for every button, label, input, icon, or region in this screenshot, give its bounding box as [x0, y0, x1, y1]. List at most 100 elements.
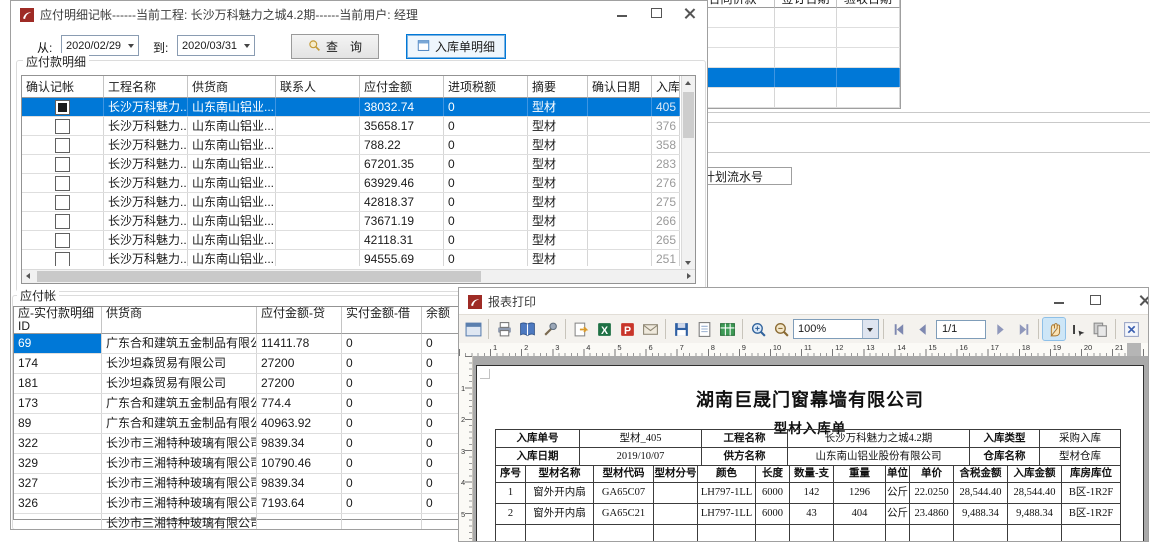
column-header[interactable]: 联系人	[276, 76, 360, 98]
report-info-table: 入库单号型材_405工程名称长沙万科魅力之城4.2期入库类型采购入库入库日期20…	[495, 429, 1121, 466]
save-icon[interactable]	[670, 318, 692, 340]
prev-page-icon[interactable]	[911, 318, 933, 340]
maximize-button[interactable]	[1080, 288, 1110, 312]
table-row[interactable]: 长沙万科魅力...山东南山铝业...67201.350型材283	[22, 155, 680, 174]
confirm-checkbox[interactable]	[55, 233, 70, 248]
confirm-checkbox[interactable]	[55, 119, 70, 134]
export-icon[interactable]	[570, 318, 592, 340]
column-header[interactable]: 签订日期	[775, 0, 837, 8]
scrollbar-thumb[interactable]	[37, 271, 481, 282]
close-button[interactable]	[1130, 288, 1149, 312]
scroll-up-icon[interactable]	[685, 81, 691, 85]
column-header[interactable]: 应-实付款明细ID	[14, 307, 102, 334]
inbound-detail-button[interactable]: 入库单明细	[406, 34, 506, 59]
svg-text:P: P	[623, 324, 630, 336]
book-icon[interactable]	[516, 318, 538, 340]
confirm-checkbox[interactable]	[55, 138, 70, 153]
confirm-checkbox[interactable]	[55, 176, 70, 191]
column-header[interactable]: 入库	[652, 76, 680, 98]
column-header[interactable]: 确认记帐	[22, 76, 104, 98]
table-row[interactable]: 69广东合和建筑五金制品有限公司11411.7800	[14, 334, 484, 354]
column-header[interactable]: 供货商	[102, 307, 257, 334]
table-row[interactable]: 329长沙市三湘特种玻璃有限公司10790.4600	[14, 454, 484, 474]
table-row[interactable]: 长沙万科魅力...山东南山铝业...788.220型材358	[22, 136, 680, 155]
ruler-number: 9	[742, 343, 746, 352]
ruler-number: 12	[835, 343, 843, 352]
close-preview-icon[interactable]	[1120, 318, 1142, 340]
column-header[interactable]: 进项税额	[444, 76, 528, 98]
table-row[interactable]	[691, 28, 900, 48]
close-button[interactable]	[675, 1, 705, 25]
last-page-icon[interactable]	[1012, 318, 1034, 340]
confirm-checkbox[interactable]	[55, 252, 70, 266]
chevron-down-icon[interactable]	[862, 320, 878, 338]
confirm-checkbox[interactable]	[55, 214, 70, 229]
table-row[interactable]: 89广东合和建筑五金制品有限公司40963.9200	[14, 414, 484, 434]
zoom-out-icon[interactable]	[770, 318, 792, 340]
column-header[interactable]: 工程名称	[104, 76, 188, 98]
scroll-right-icon[interactable]	[687, 273, 691, 279]
page-icon[interactable]	[693, 318, 715, 340]
table-row[interactable]: 长沙万科魅力...山东南山铝业...63929.460型材276	[22, 174, 680, 193]
column-header[interactable]: 实付金额-借	[342, 307, 422, 334]
table-row[interactable]: 322长沙市三湘特种玻璃有限公司9839.3400	[14, 434, 484, 454]
zoom-in-icon[interactable]	[747, 318, 769, 340]
plan-serial-field[interactable]: 计划流水号	[700, 167, 792, 185]
table-row[interactable]	[691, 8, 900, 28]
table-row[interactable]	[691, 48, 900, 68]
table-row[interactable]: 326长沙市三湘特种玻璃有限公司7193.6400	[14, 494, 484, 514]
scroll-left-icon[interactable]	[26, 273, 30, 279]
vertical-scrollbar[interactable]	[681, 76, 695, 270]
payable-detail-table: 确认记帐工程名称供货商联系人应付金额进项税额摘要确认日期入库长沙万科魅力...山…	[21, 75, 696, 284]
column-header[interactable]: 供货商	[188, 76, 276, 98]
confirm-checkbox[interactable]	[55, 100, 70, 115]
table-row[interactable]: 181长沙坦森贸易有限公司2720000	[14, 374, 484, 394]
toolbar-separator	[565, 319, 566, 339]
hand-tool-icon[interactable]	[1043, 318, 1065, 340]
options-icon[interactable]	[539, 318, 561, 340]
table-row[interactable]: 长沙万科魅力...山东南山铝业...38032.740型材405	[22, 98, 680, 117]
query-button[interactable]: 查 询	[291, 34, 379, 59]
designer-icon[interactable]	[462, 318, 484, 340]
scrollbar-thumb[interactable]	[683, 92, 694, 138]
table-row[interactable]	[691, 88, 900, 108]
table-row[interactable]: 长沙万科魅力...山东南山铝业...42818.370型材275	[22, 193, 680, 212]
page-number-input[interactable]: 1/1	[936, 320, 986, 339]
pdf-icon[interactable]: P	[616, 318, 638, 340]
title-bar[interactable]: 报表打印	[459, 288, 1148, 315]
zoom-level-select[interactable]: 100%	[793, 319, 879, 339]
maximize-button[interactable]	[641, 1, 671, 25]
minimize-button[interactable]	[1044, 288, 1074, 312]
next-page-icon[interactable]	[989, 318, 1011, 340]
table-row[interactable]	[691, 68, 900, 88]
text-select-tool-icon[interactable]: I	[1066, 318, 1088, 340]
info-label: 工程名称	[702, 430, 788, 448]
confirm-checkbox[interactable]	[55, 195, 70, 210]
column-header[interactable]: 验收日期	[837, 0, 900, 8]
minimize-button[interactable]	[607, 1, 637, 25]
confirm-checkbox[interactable]	[55, 157, 70, 172]
column-header[interactable]: 应付金额	[360, 76, 444, 98]
table-row[interactable]: 长沙万科魅力...山东南山铝业...35658.170型材376	[22, 117, 680, 136]
first-page-icon[interactable]	[888, 318, 910, 340]
scroll-down-icon[interactable]	[685, 261, 691, 265]
column-header[interactable]: 确认日期	[588, 76, 652, 98]
table-row[interactable]: 173广东合和建筑五金制品有限公司774.400	[14, 394, 484, 414]
table-row[interactable]: 长沙万科魅力...山东南山铝业...94555.690型材251	[22, 250, 680, 266]
table-row[interactable]: 174长沙坦森贸易有限公司2720000	[14, 354, 484, 374]
column-header[interactable]: 应付金额-贷	[257, 307, 342, 334]
to-date-select[interactable]: 2020/03/31	[177, 35, 255, 56]
toolbar-separator	[742, 319, 743, 339]
table-row[interactable]: 327长沙市三湘特种玻璃有限公司9839.3400	[14, 474, 484, 494]
column-header[interactable]: 摘要	[528, 76, 588, 98]
table-icon[interactable]	[716, 318, 738, 340]
mail-icon[interactable]	[639, 318, 661, 340]
table-row[interactable]: 长沙万科魅力...山东南山铝业...42118.310型材265	[22, 231, 680, 250]
copy-page-icon[interactable]	[1089, 318, 1111, 340]
title-bar[interactable]: 应付明细记帐------当前工程: 长沙万科魅力之城4.2期------当前用户…	[11, 1, 707, 28]
table-row[interactable]: 长沙万科魅力...山东南山铝业...73671.190型材266	[22, 212, 680, 231]
print-icon[interactable]	[493, 318, 515, 340]
excel-icon[interactable]: X	[593, 318, 615, 340]
table-row[interactable]: 长沙市三湘特种玻璃有限公司	[14, 514, 484, 530]
horizontal-scrollbar[interactable]	[22, 269, 695, 283]
